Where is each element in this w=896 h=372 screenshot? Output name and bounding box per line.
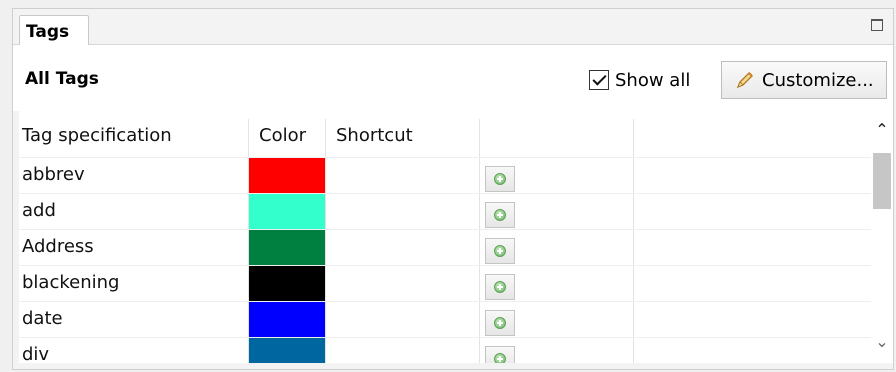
- scroll-thumb[interactable]: [873, 153, 891, 209]
- table-row[interactable]: abbrev: [19, 157, 871, 193]
- column-header-tag-specification[interactable]: Tag specification: [22, 125, 172, 146]
- column-header-color[interactable]: Color: [259, 125, 306, 146]
- show-all-label: Show all: [615, 69, 691, 91]
- vertical-scrollbar[interactable]: ⌃ ⌄: [871, 111, 893, 363]
- customize-label: Customize...: [762, 69, 874, 91]
- maximize-icon[interactable]: [871, 19, 883, 31]
- tag-name: div: [22, 344, 50, 363]
- table-row[interactable]: blackening: [19, 265, 871, 301]
- add-icon: [494, 245, 506, 257]
- section-title: All Tags: [25, 69, 99, 89]
- color-swatch[interactable]: [249, 194, 325, 229]
- toolbar: All Tags Show all Customize...: [13, 45, 893, 111]
- tag-name: date: [22, 308, 63, 329]
- tags-table: Tag specification Color Shortcut abbrev a…: [19, 111, 871, 363]
- color-swatch[interactable]: [249, 230, 325, 265]
- add-icon: [494, 281, 506, 293]
- add-shortcut-button[interactable]: [485, 202, 515, 228]
- tag-name: blackening: [22, 272, 120, 293]
- pencil-icon: [734, 69, 756, 91]
- tag-name: Address: [22, 236, 94, 257]
- chevron-down-icon[interactable]: ⌄: [873, 333, 891, 351]
- color-swatch[interactable]: [249, 158, 325, 193]
- chevron-up-icon[interactable]: ⌃: [873, 121, 891, 139]
- show-all-toggle[interactable]: Show all: [589, 67, 690, 93]
- tags-panel: Tags All Tags Show all Customize... Tag …: [12, 8, 894, 370]
- add-icon: [494, 317, 506, 329]
- tab-label: Tags: [26, 22, 70, 42]
- color-swatch[interactable]: [249, 302, 325, 337]
- tag-name: abbrev: [22, 164, 85, 185]
- tag-name: add: [22, 200, 56, 221]
- add-shortcut-button[interactable]: [485, 166, 515, 192]
- add-icon: [494, 353, 506, 363]
- checkbox-checked-icon[interactable]: [589, 70, 609, 90]
- add-icon: [494, 209, 506, 221]
- table-row[interactable]: add: [19, 193, 871, 229]
- add-shortcut-button[interactable]: [485, 274, 515, 300]
- color-swatch[interactable]: [249, 266, 325, 301]
- add-icon: [494, 173, 506, 185]
- column-header-shortcut[interactable]: Shortcut: [336, 125, 413, 146]
- add-shortcut-button[interactable]: [485, 346, 515, 363]
- customize-button[interactable]: Customize...: [721, 61, 887, 99]
- table-row[interactable]: div: [19, 337, 871, 363]
- add-shortcut-button[interactable]: [485, 238, 515, 264]
- table-row[interactable]: Address: [19, 229, 871, 265]
- color-swatch[interactable]: [249, 338, 325, 363]
- add-shortcut-button[interactable]: [485, 310, 515, 336]
- table-row[interactable]: date: [19, 301, 871, 337]
- tab-bar: Tags: [13, 9, 893, 46]
- tab-tags[interactable]: Tags: [19, 15, 89, 46]
